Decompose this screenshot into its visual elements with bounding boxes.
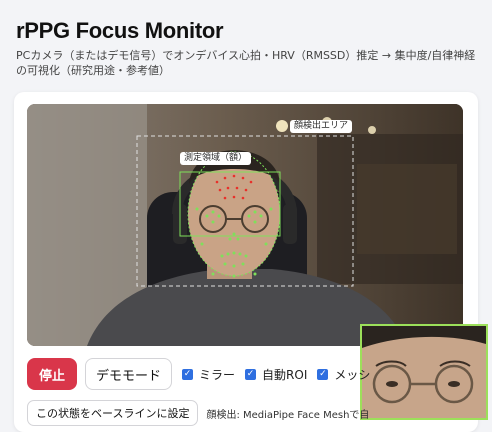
face-detect-status: 顔検出: MediaPipe Face Meshで自 bbox=[206, 409, 370, 421]
page-title: rPPG Focus Monitor bbox=[16, 18, 224, 43]
page-subtitle: PCカメラ（またはデモ信号）でオンデバイス心拍・HRV（RMSSD）推定 → 集… bbox=[16, 49, 476, 77]
auto-roi-label: 自動ROI bbox=[262, 367, 308, 382]
mirror-label: ミラー bbox=[199, 367, 236, 382]
control-row: 停止 デモモード ✓ ミラー ✓ 自動ROI ✓ メッシ bbox=[27, 358, 370, 390]
demo-mode-button[interactable]: デモモード bbox=[85, 358, 173, 390]
mesh-label: メッシ bbox=[334, 367, 371, 382]
mirror-checkbox[interactable]: ✓ ミラー bbox=[182, 366, 235, 383]
mesh-checkbox[interactable]: ✓ メッシ bbox=[317, 366, 370, 383]
camera-preview bbox=[27, 104, 463, 346]
check-icon: ✓ bbox=[317, 368, 329, 380]
baseline-row: この状態をベースラインに設定 顔検出: MediaPipe Face Meshで… bbox=[27, 399, 369, 427]
face-crop-image bbox=[362, 326, 486, 418]
camera-frame bbox=[27, 104, 463, 346]
check-icon: ✓ bbox=[245, 368, 257, 380]
check-icon: ✓ bbox=[182, 368, 194, 380]
auto-roi-checkbox[interactable]: ✓ 自動ROI bbox=[245, 366, 307, 383]
face-detect-area-label: 顔検出エリア bbox=[290, 120, 353, 133]
stop-button[interactable]: 停止 bbox=[27, 358, 77, 390]
set-baseline-button[interactable]: この状態をベースラインに設定 bbox=[27, 400, 199, 426]
face-crop-preview bbox=[360, 324, 488, 420]
roi-label: 測定領域（額） bbox=[180, 152, 252, 165]
